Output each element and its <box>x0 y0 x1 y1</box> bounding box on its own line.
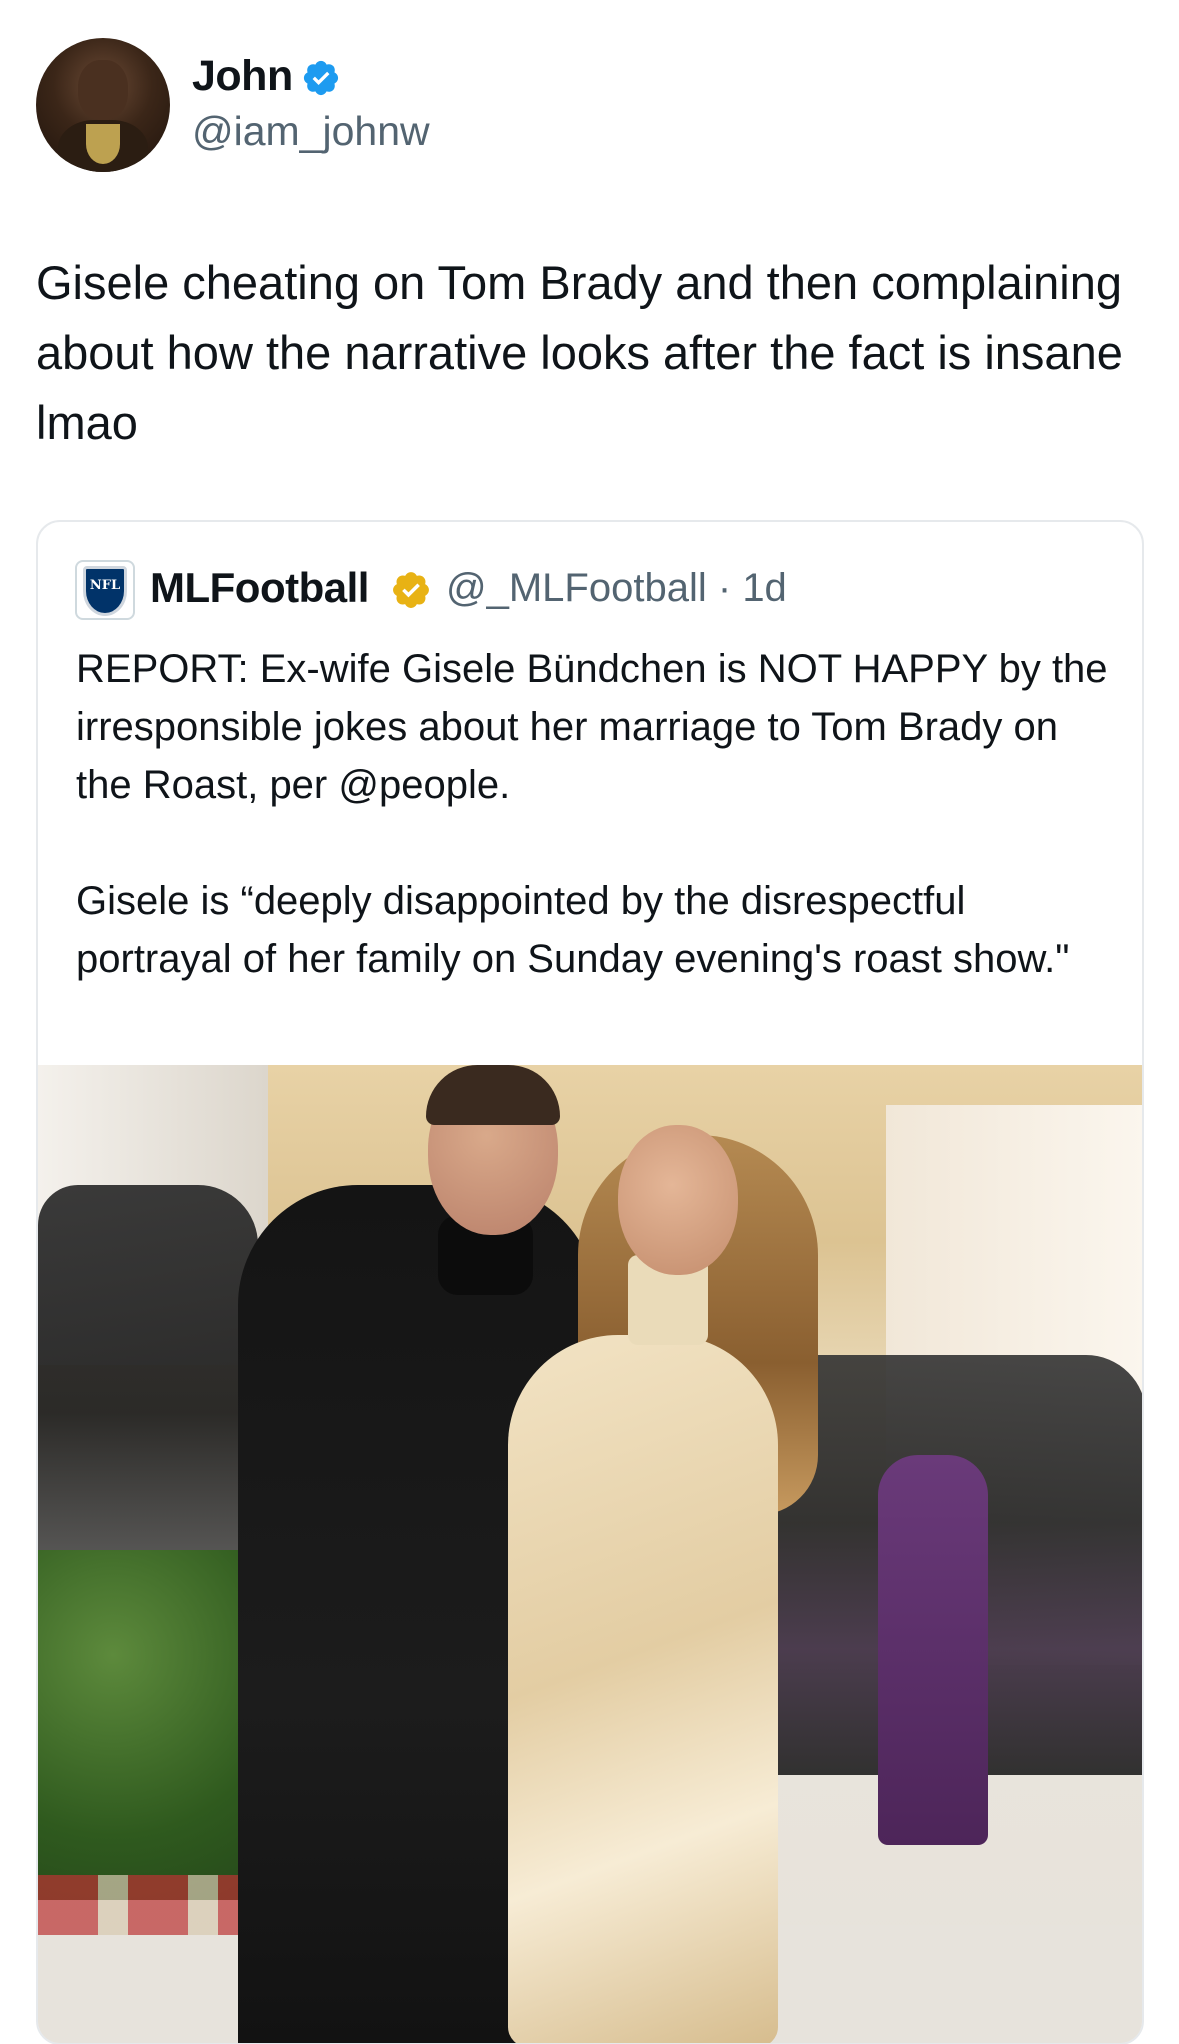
gold-verified-badge-icon <box>393 572 429 608</box>
tweet-text: Gisele cheating on Tom Brady and then co… <box>36 256 1123 449</box>
meta-separator: · <box>717 566 732 610</box>
quoted-author-handle[interactable]: @_MLFootball <box>446 566 707 610</box>
author-name[interactable]: John <box>192 52 293 101</box>
quoted-tweet-photo[interactable] <box>38 1065 1142 2043</box>
quoted-timestamp[interactable]: 1d <box>742 566 787 610</box>
nfl-logo-icon[interactable]: NFL <box>75 560 135 620</box>
quoted-tweet-card[interactable]: NFL MLFootball @_MLFootball · 1d REPORT:… <box>36 520 1144 2044</box>
quoted-meta: @_MLFootball · 1d <box>446 566 787 611</box>
author-handle[interactable]: @iam_johnw <box>192 108 430 155</box>
verified-badge-icon <box>303 60 339 96</box>
author-avatar[interactable] <box>36 38 170 172</box>
quoted-tweet-text: REPORT: Ex-wife Gisele Bündchen is NOT H… <box>76 647 1108 981</box>
quoted-author-name[interactable]: MLFootball <box>150 564 369 612</box>
